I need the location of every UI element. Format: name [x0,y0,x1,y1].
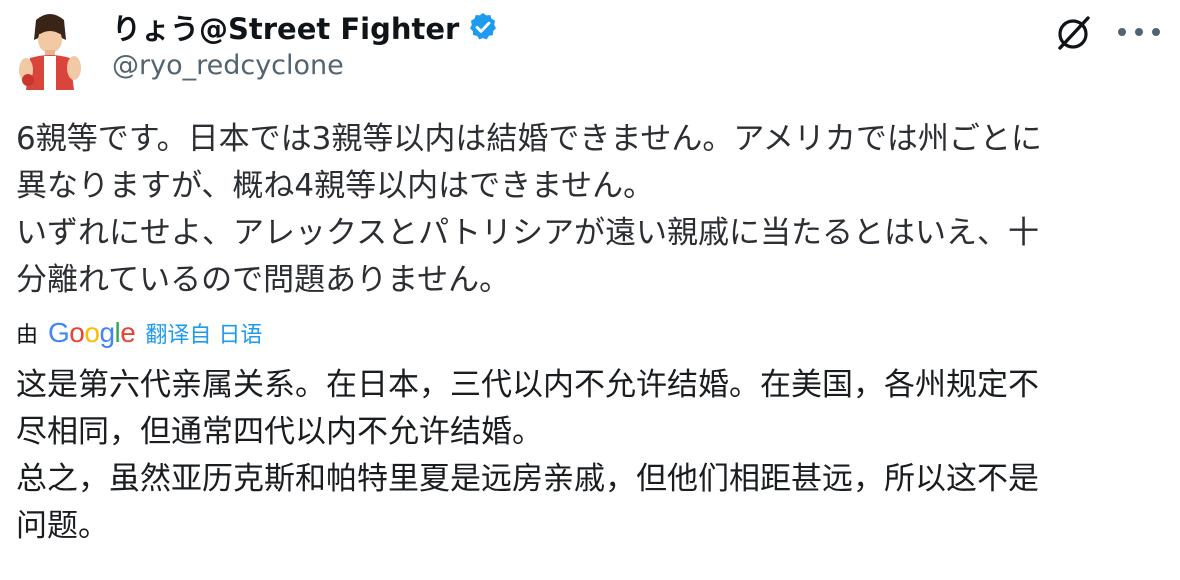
translation-attribution: 由 Google 翻译自 日语 [16,314,262,352]
grok-slash-icon[interactable] [1052,12,1094,54]
tweet-text-line: 分離れているので問題ありません。 [16,262,511,298]
google-logo-letter: e [120,317,136,348]
google-logo-letter: o [69,317,85,348]
more-horizontal-icon[interactable] [1112,14,1166,50]
verified-badge-icon [467,11,499,43]
translated-text-line: 这是第六代亲属关系。在日本，三代以内不允许结婚。在美国，各州规定不 [16,367,1039,403]
avatar[interactable] [14,10,86,90]
translated-text: 这是第六代亲属关系。在日本，三代以内不允许结婚。在美国，各州规定不 尽相同，但通… [16,362,1176,550]
avatar-character-icon [14,10,86,90]
google-logo-letter: G [48,317,70,348]
tweet-text: 6親等です。日本では3親等以内は結婚できません。アメリカでは州ごとに 異なります… [16,116,1176,304]
tweet-text-line: 異なりますが、概ね4親等以内はできません。 [16,168,655,204]
translated-from-link[interactable]: 翻译自 日语 [145,317,262,349]
translated-text-line: 问题。 [16,508,109,544]
tweet-text-line: 6親等です。日本では3親等以内は結婚できません。アメリカでは州ごとに [16,121,1042,157]
translated-by-label: 由 [16,323,39,348]
author-handle[interactable]: @ryo_redcyclone [112,50,344,81]
author-name-row: りょう@Street Fighter [112,6,499,48]
translated-text-line: 尽相同，但通常四代以内不允许结婚。 [16,414,543,450]
google-logo-letter: g [99,317,115,348]
google-logo-letter: o [84,317,100,348]
google-logo: Google [48,317,136,349]
author-display-name[interactable]: りょう@Street Fighter [112,6,459,48]
tweet-text-line: いずれにせよ、アレックスとパトリシアが遠い親戚に当たるとはいえ、十 [16,215,1039,251]
translated-text-line: 总之，虽然亚历克斯和帕特里夏是远房亲戚，但他们相距甚远，所以这不是 [16,461,1039,497]
tweet-card: りょう@Street Fighter @ryo_redcyclone 6親等です… [0,0,1180,580]
